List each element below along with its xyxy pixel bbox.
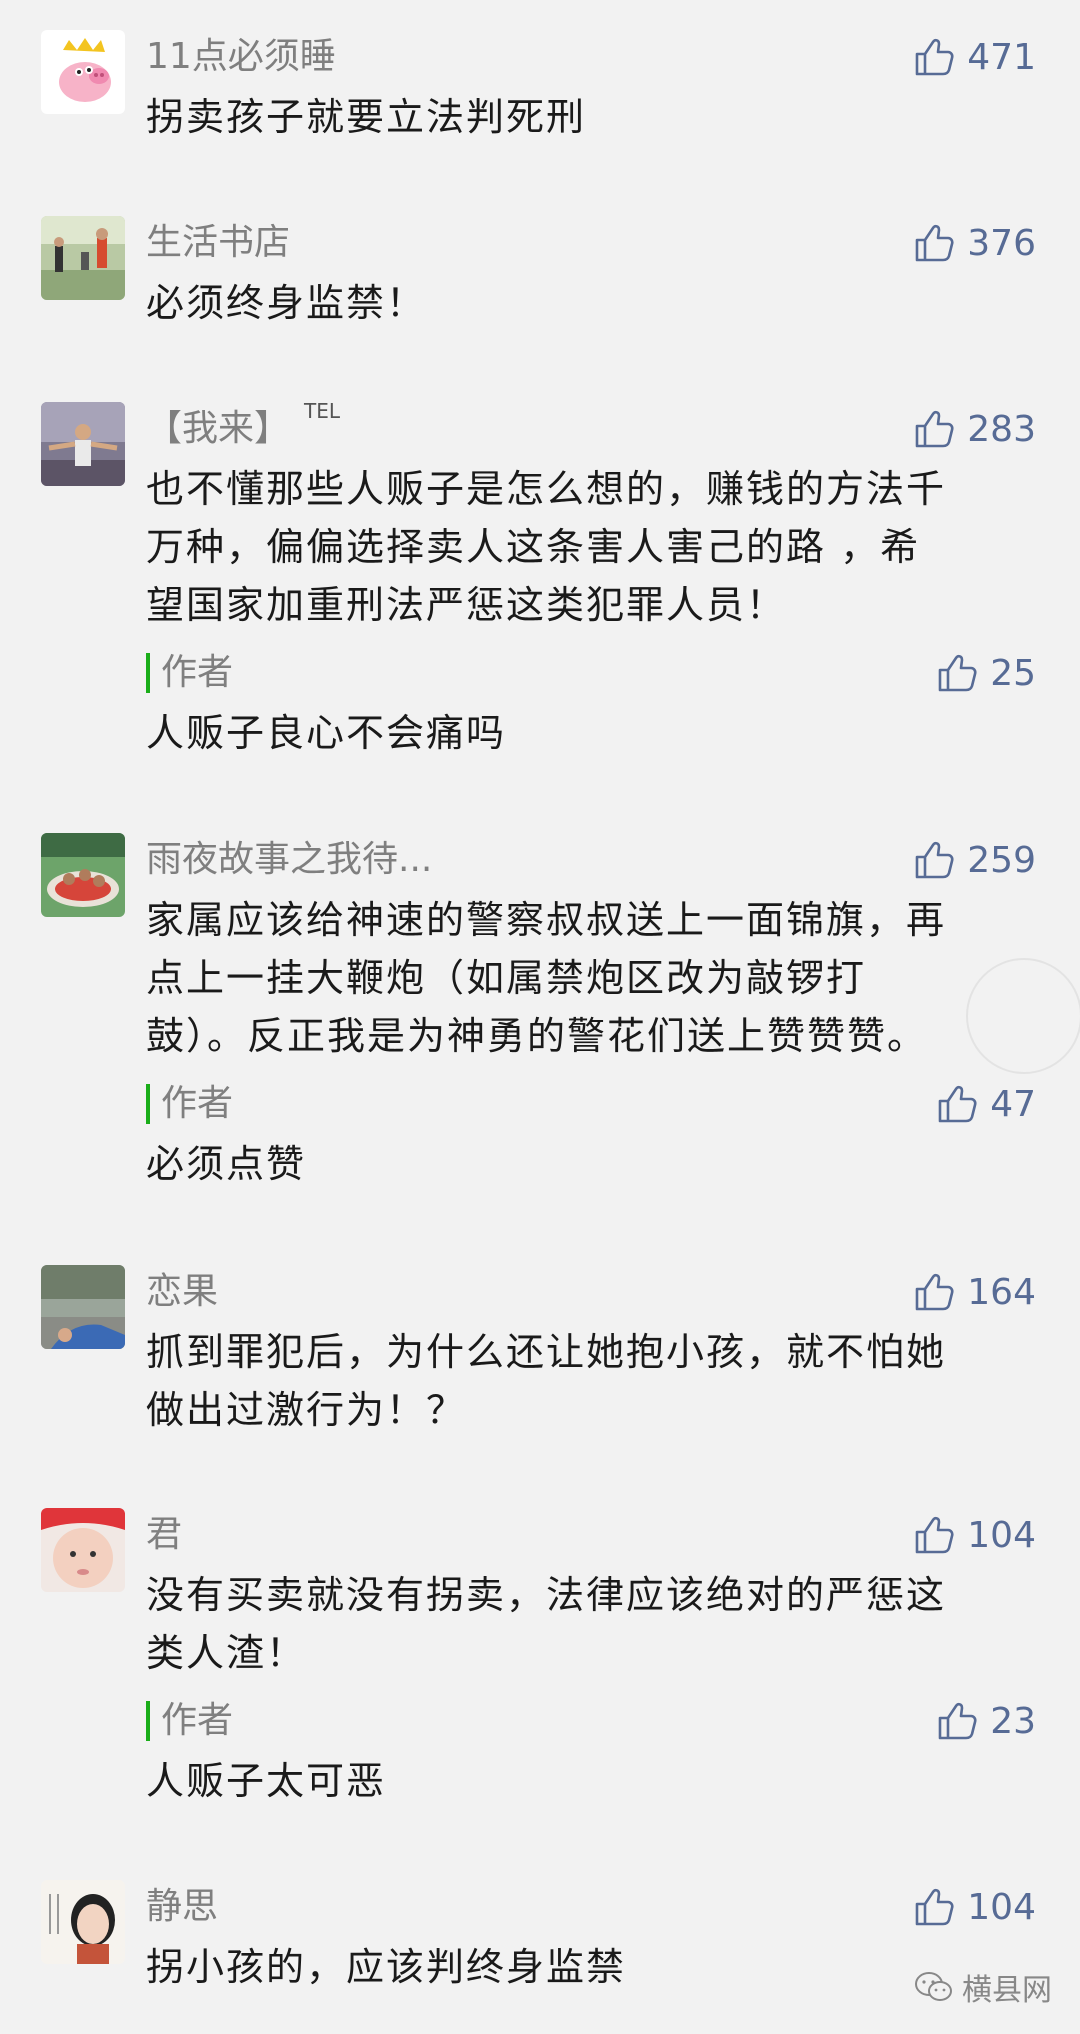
comment-nickname: 君	[146, 1514, 183, 1555]
like-button[interactable]: 164	[913, 1265, 1036, 1319]
like-button[interactable]: 471	[913, 30, 1036, 84]
comment-text: 家属应该给神速的警察叔叔送上一面锦旗，再 点上一挂大鞭炮（如属禁炮区改为敲锣打 …	[146, 891, 1046, 1065]
thumbs-up-icon	[915, 1516, 954, 1554]
like-count: 376	[967, 222, 1036, 264]
avatar[interactable]	[41, 402, 125, 486]
like-count: 164	[967, 1271, 1036, 1313]
thumbs-up-icon	[915, 410, 954, 448]
comment-text: 也不懂那些人贩子是怎么想的，赚钱的方法千 万种，偏偏选择卖人这条害人害己的路 ，…	[146, 460, 1046, 634]
thumbs-up-icon	[938, 654, 977, 692]
thumbs-up-icon	[915, 1888, 954, 1926]
comment-text-line: 鼓）。反正我是为神勇的警花们送上赞赞赞。	[146, 1014, 928, 1058]
comment-nickname: 恋果	[146, 1271, 219, 1312]
like-button[interactable]: 376	[913, 216, 1036, 270]
comment-text-line: 抓到罪犯后，为什么还让她抱小孩，就不怕她	[146, 1330, 947, 1374]
wechat-icon	[915, 1972, 952, 2001]
comment-text-line: 家属应该给神速的警察叔叔送上一面锦旗，再	[146, 898, 947, 942]
author-reply-label: 作者	[161, 1700, 234, 1741]
like-button[interactable]: 259	[913, 833, 1036, 887]
reply-like-button[interactable]: 25	[936, 646, 1036, 700]
author-reply-label: 作者	[161, 652, 234, 693]
comment-text: 拐卖孩子就要立法判死刑	[146, 95, 587, 139]
reply-like-button[interactable]: 47	[936, 1077, 1036, 1131]
comment-text-line: 点上一挂大鞭炮（如属禁炮区改为敲锣打	[146, 956, 867, 1000]
watermark-stamp	[966, 958, 1080, 1074]
comment-text: 必须终身监禁！	[146, 281, 427, 325]
like-count: 23	[990, 1700, 1036, 1742]
comment-nickname: 11点必须睡	[146, 36, 336, 77]
watermark-text: 横县网	[962, 1973, 1052, 2008]
comment-text-line: 也不懂那些人贩子是怎么想的，赚钱的方法千	[146, 467, 947, 511]
comment-text-line: 万种，偏偏选择卖人这条害人害己的路 ，希	[146, 525, 921, 569]
like-count: 25	[990, 652, 1036, 694]
comment-nickname: 雨夜故事之我待...	[146, 839, 433, 880]
like-button[interactable]: 283	[913, 402, 1036, 456]
comment-text: 没有买卖就没有拐卖，法律应该绝对的严惩这 类人渣！	[146, 1566, 1046, 1682]
thumbs-up-icon	[915, 224, 954, 262]
avatar[interactable]	[41, 30, 125, 114]
comment-nickname: 静思	[146, 1886, 219, 1927]
nickname-tag: TEL	[304, 399, 341, 423]
comment-nickname: 【我来】 TEL	[146, 399, 341, 456]
nickname-text: 【我来】	[146, 408, 291, 449]
like-count: 104	[967, 1886, 1036, 1928]
author-reply-text: 必须点赞	[146, 1142, 307, 1186]
author-reply-text: 人贩子太可恶	[146, 1759, 387, 1803]
like-count: 259	[967, 839, 1036, 881]
comment-nickname: 生活书店	[146, 222, 291, 263]
author-reply-bar	[146, 653, 150, 693]
thumbs-up-icon	[915, 841, 954, 879]
author-reply-bar	[146, 1701, 150, 1741]
author-reply-bar	[146, 1084, 150, 1124]
avatar[interactable]	[41, 1880, 125, 1964]
avatar[interactable]	[41, 1265, 125, 1349]
author-reply-text: 人贩子良心不会痛吗	[146, 711, 507, 755]
like-button[interactable]: 104	[913, 1880, 1036, 1934]
thumbs-up-icon	[938, 1085, 977, 1123]
like-count: 471	[967, 36, 1036, 78]
avatar[interactable]	[41, 1508, 125, 1592]
comment-text-line: 做出过激行为！？	[146, 1388, 467, 1432]
comment-text: 拐小孩的，应该判终身监禁	[146, 1945, 627, 1989]
like-count: 47	[990, 1083, 1036, 1125]
thumbs-up-icon	[915, 1273, 954, 1311]
comment-text-line: 望国家加重刑法严惩这类犯罪人员！	[146, 583, 787, 627]
watermark: 横县网	[914, 1965, 1052, 2009]
like-count: 104	[967, 1514, 1036, 1556]
avatar[interactable]	[41, 833, 125, 917]
thumbs-up-icon	[938, 1702, 977, 1740]
reply-like-button[interactable]: 23	[936, 1694, 1036, 1748]
comment-text: 抓到罪犯后，为什么还让她抱小孩，就不怕她 做出过激行为！？	[146, 1323, 1046, 1439]
like-count: 283	[967, 408, 1036, 450]
author-reply-label: 作者	[161, 1083, 234, 1124]
like-button[interactable]: 104	[913, 1508, 1036, 1562]
comment-text-line: 没有买卖就没有拐卖，法律应该绝对的严惩这	[146, 1573, 947, 1617]
comment-text-line: 类人渣！	[146, 1631, 307, 1675]
avatar[interactable]	[41, 216, 125, 300]
thumbs-up-icon	[915, 38, 954, 76]
